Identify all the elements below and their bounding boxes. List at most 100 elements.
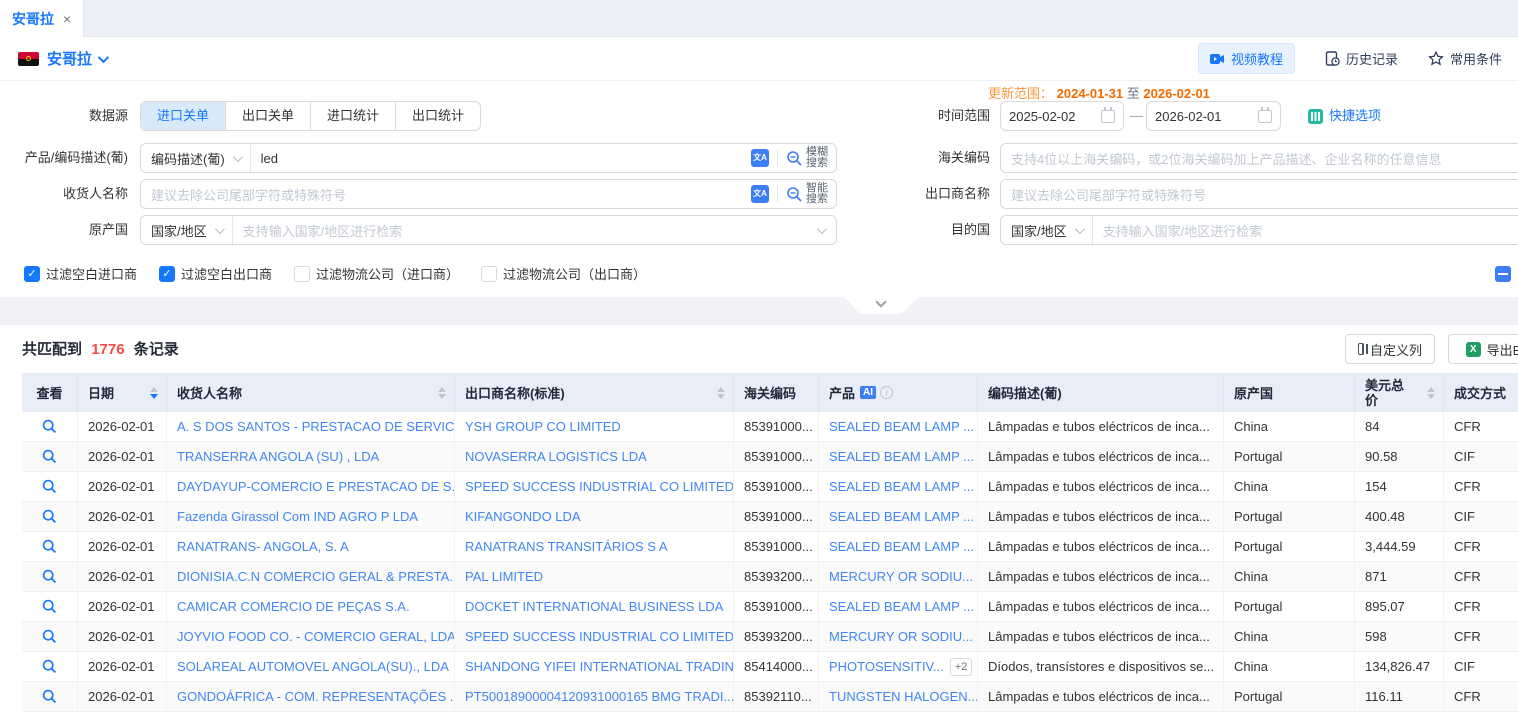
exporter-link[interactable]: KIFANGONDO LDA: [465, 509, 581, 524]
view-record-button[interactable]: [22, 562, 78, 591]
view-record-button[interactable]: [22, 592, 78, 621]
tab-angola[interactable]: 安哥拉 ×: [0, 0, 84, 37]
exporter-link[interactable]: PAL LIMITED: [465, 569, 543, 584]
origin-country-control: 国家/地区 支持输入国家/地区进行检索: [140, 215, 837, 245]
view-record-button[interactable]: [22, 682, 78, 711]
filter-logistics-exporter-checkbox[interactable]: 过滤物流公司（出口商）: [481, 264, 646, 283]
exporter-link[interactable]: DOCKET INTERNATIONAL BUSINESS LDA: [465, 599, 723, 614]
checkbox-checked-icon[interactable]: ✓: [24, 266, 40, 282]
col-usd-total[interactable]: 美元总价: [1355, 373, 1444, 412]
translate-icon[interactable]: 文A: [751, 185, 769, 203]
origin-region-select[interactable]: 国家/地区: [141, 216, 233, 244]
product-link[interactable]: SEALED BEAM LAMP ...: [829, 449, 974, 464]
fuzzy-search-button[interactable]: 模糊搜索: [786, 147, 836, 169]
info-icon[interactable]: i: [880, 386, 893, 399]
filter-blank-exporter-checkbox[interactable]: ✓ 过滤空白出口商: [159, 264, 272, 283]
origin-cell: Portugal: [1224, 532, 1355, 561]
checkbox-unchecked-icon[interactable]: [481, 266, 497, 282]
view-record-button[interactable]: [22, 442, 78, 471]
product-field-select[interactable]: 编码描述(葡): [141, 144, 251, 172]
exporter-link[interactable]: SPEED SUCCESS INDUSTRIAL CO LIMITED: [465, 479, 733, 494]
destination-region-select[interactable]: 国家/地区: [1001, 216, 1093, 244]
smart-search-button[interactable]: 智能搜索: [786, 183, 836, 205]
view-record-button[interactable]: [22, 472, 78, 501]
tab-import-statistics[interactable]: 进口统计: [310, 102, 395, 130]
tab-export-statistics[interactable]: 出口统计: [395, 102, 480, 130]
product-link[interactable]: SEALED BEAM LAMP ...: [829, 479, 974, 494]
filter-blank-importer-checkbox[interactable]: ✓ 过滤空白进口商: [24, 264, 137, 283]
video-icon: [1210, 53, 1225, 65]
save-condition-icon[interactable]: [1495, 266, 1511, 282]
sort-icon[interactable]: [717, 387, 725, 399]
product-link[interactable]: MERCURY OR SODIU...: [829, 569, 973, 584]
view-record-button[interactable]: [22, 652, 78, 681]
product-extra-badge[interactable]: +2: [950, 658, 973, 676]
consignee-link[interactable]: TRANSERRA ANGOLA (SU) , LDA: [177, 449, 379, 464]
product-link[interactable]: MERCURY OR SODIU...: [829, 629, 973, 644]
view-record-button[interactable]: [22, 502, 78, 531]
consignee-link[interactable]: DIONISIA.C.N COMERCIO GERAL & PRESTA...: [177, 569, 454, 584]
export-excel-button[interactable]: X 导出Exc: [1448, 334, 1518, 364]
start-date-input[interactable]: 2025-02-02: [1000, 101, 1124, 131]
destination-input[interactable]: 支持输入国家/地区进行检索: [1093, 221, 1518, 240]
exporter-link[interactable]: SHANDONG YIFEI INTERNATIONAL TRADIN...: [465, 659, 733, 674]
exporter-link[interactable]: SPEED SUCCESS INDUSTRIAL CO LIMITED: [465, 629, 733, 644]
product-link[interactable]: SEALED BEAM LAMP ...: [829, 539, 974, 554]
product-link[interactable]: TUNGSTEN HALOGEN...: [829, 689, 977, 704]
consignee-link[interactable]: Fazenda Girassol Com IND AGRO P LDA: [177, 509, 418, 524]
magnifier-icon: [42, 659, 57, 674]
hs-code-input[interactable]: 支持4位以上海关编码，或2位海关编码加上产品描述、企业名称的任意信息: [1000, 143, 1518, 173]
filter-logistics-importer-checkbox[interactable]: 过滤物流公司（进口商）: [294, 264, 459, 283]
sort-icon[interactable]: [438, 387, 446, 399]
exporter-link[interactable]: PT50018900004120931000165 BMG TRADI...: [465, 689, 733, 704]
origin-country-input[interactable]: 支持输入国家/地区进行检索: [233, 221, 817, 240]
history-button[interactable]: 历史记录: [1325, 49, 1398, 68]
consignee-link[interactable]: DAYDAYUP-COMERCIO E PRESTACAO DE S...: [177, 479, 454, 494]
date-cell: 2026-02-01: [78, 562, 167, 591]
checkbox-unchecked-icon[interactable]: [294, 266, 310, 282]
checkbox-checked-icon[interactable]: ✓: [159, 266, 175, 282]
product-search-input[interactable]: led: [251, 151, 751, 166]
star-icon: [1428, 51, 1444, 66]
product-link[interactable]: SEALED BEAM LAMP ...: [829, 509, 974, 524]
translate-icon[interactable]: 文A: [751, 149, 769, 167]
incoterm-cell: CFR: [1444, 412, 1518, 441]
sort-icon[interactable]: [1427, 387, 1435, 399]
favorites-button[interactable]: 常用条件: [1428, 49, 1502, 68]
view-record-button[interactable]: [22, 532, 78, 561]
product-link[interactable]: SEALED BEAM LAMP ...: [829, 599, 974, 614]
col-exporter[interactable]: 出口商名称(标准): [455, 373, 734, 412]
close-icon[interactable]: ×: [63, 11, 71, 27]
consignee-link[interactable]: RANATRANS- ANGOLA, S. A: [177, 539, 349, 554]
exporter-link[interactable]: RANATRANS TRANSITÁRIOS S A: [465, 539, 668, 554]
col-origin: 原产国: [1224, 373, 1355, 412]
quick-options-button[interactable]: 快捷选项: [1308, 101, 1381, 131]
col-date[interactable]: 日期: [78, 373, 167, 412]
collapse-filters-handle[interactable]: [844, 297, 918, 314]
consignee-link[interactable]: A. S DOS SANTOS - PRESTACAO DE SERVIC...: [177, 419, 454, 434]
product-link[interactable]: SEALED BEAM LAMP ...: [829, 419, 974, 434]
view-record-button[interactable]: [22, 622, 78, 651]
consignee-link[interactable]: SOLAREAL AUTOMOVEL ANGOLA(SU)., LDA: [177, 659, 449, 674]
tab-import-declarations[interactable]: 进口关单: [141, 102, 225, 130]
exporter-input[interactable]: 建议去除公司尾部字符或特殊符号: [1000, 179, 1518, 209]
tab-export-declarations[interactable]: 出口关单: [225, 102, 310, 130]
end-date-input[interactable]: 2026-02-01: [1146, 101, 1281, 131]
consignee-input[interactable]: 建议去除公司尾部字符或特殊符号: [141, 185, 751, 204]
exporter-link[interactable]: YSH GROUP CO LIMITED: [465, 419, 621, 434]
view-record-button[interactable]: [22, 412, 78, 441]
exporter-link[interactable]: NOVASERRA LOGISTICS LDA: [465, 449, 647, 464]
product-search-control: 编码描述(葡) led 文A 模糊搜索: [140, 143, 837, 173]
customize-columns-button[interactable]: 自定义列: [1345, 334, 1435, 364]
sort-icon[interactable]: [150, 387, 158, 399]
consignee-link[interactable]: GONDOÁFRICA - COM. REPRESENTAÇÕES ...: [177, 689, 454, 704]
search-icon: [786, 150, 803, 167]
consignee-link[interactable]: JOYVIO FOOD CO. - COMERCIO GERAL, LDA: [177, 629, 454, 644]
chevron-down-icon[interactable]: [98, 51, 109, 62]
incoterm-cell: CIF: [1444, 442, 1518, 471]
consignee-link[interactable]: CAMICAR COMERCIO DE PEÇAS S.A.: [177, 599, 410, 614]
col-consignee[interactable]: 收货人名称: [167, 373, 455, 412]
country-title[interactable]: 安哥拉: [47, 48, 92, 69]
product-link[interactable]: PHOTOSENSITIV...: [829, 659, 944, 674]
video-tutorial-button[interactable]: 视频教程: [1198, 43, 1295, 74]
